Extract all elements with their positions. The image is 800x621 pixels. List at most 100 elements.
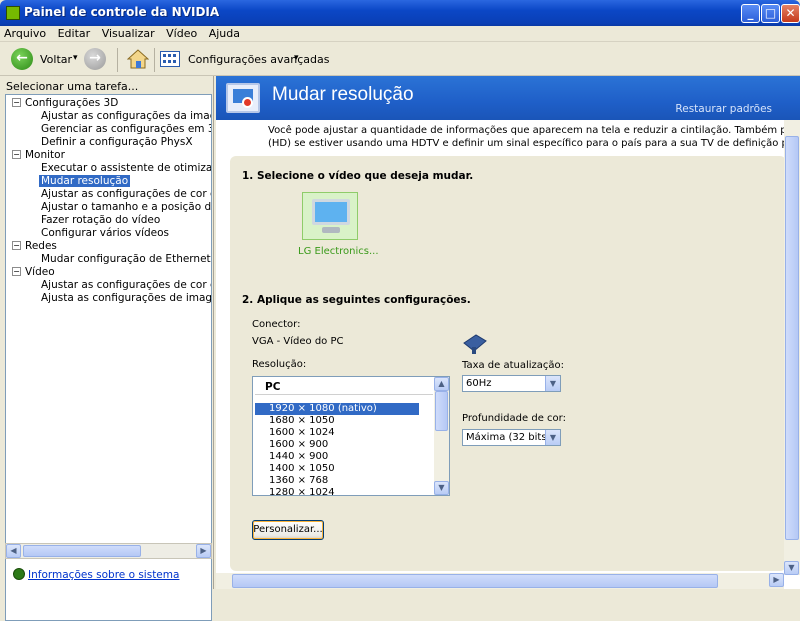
scroll-thumb[interactable] [435,391,448,431]
description-line: Você pode ajustar a quantidade de inform… [268,125,798,136]
display-tile[interactable] [302,192,358,240]
page-title: Mudar resolução [272,84,414,105]
menu-arquivo[interactable]: Arquivo [0,26,50,41]
tree-item[interactable]: Configurar vários vídeos [41,227,169,240]
chevron-down-icon[interactable]: ▼ [545,376,560,391]
scroll-thumb[interactable] [232,574,718,588]
customize-button[interactable]: Personalizar... [252,520,324,540]
tree-item[interactable]: Gerenciar as configurações em 3D [41,123,212,136]
scroll-down-icon[interactable]: ▼ [434,481,449,495]
scroll-right-icon[interactable]: ▶ [196,544,211,558]
scroll-up-icon[interactable]: ▲ [434,377,449,391]
tree-label: Ajustar as configurações de cor da área … [41,188,211,200]
back-arrow-icon[interactable]: ← [11,48,33,70]
tree-category-video[interactable]: − Vídeo [12,266,55,279]
restore-defaults-link[interactable]: Restaurar padrões [675,103,772,115]
tree-category-monitor[interactable]: − Monitor [12,149,65,162]
tree-item[interactable]: Definir a configuração PhysX [41,136,193,149]
toolbar-separator [117,48,118,72]
resolution-listbox[interactable]: PC 1920 × 1080 (nativo) 1680 × 1050 1600… [252,376,450,496]
tree-item[interactable]: Ajustar as configurações da imagem com a [41,110,211,123]
system-info-link[interactable]: Informações sobre o sistema [13,568,179,581]
display-name[interactable]: LG Electronics... [298,246,379,257]
refresh-rate-label: Taxa de atualização: [462,360,565,371]
tree-category-redes[interactable]: − Redes [12,240,57,253]
resolution-option[interactable]: 1600 × 1024 [255,427,419,439]
tree-item[interactable]: Ajusta as configurações de imagem do víd… [41,292,212,305]
resolution-label: Resolução: [252,359,307,370]
resolution-option[interactable]: 1360 × 768 [255,475,419,487]
tree-label: Ajustar as configurações de cor do vídeo [41,279,211,291]
system-info-icon [13,568,25,580]
resolution-option[interactable]: 1400 × 1050 [255,463,419,475]
tree-label: Mudar resolução [39,175,131,187]
tree-item[interactable]: Fazer rotação do vídeo [41,214,160,227]
tree-label: Ajusta as configurações de imagem do víd… [41,292,212,304]
home-icon[interactable] [127,49,149,69]
tree-label: Mudar configuração de Ethernet [41,253,211,265]
tree-label: Configurações 3D [25,97,119,109]
tree-item[interactable]: Ajustar o tamanho e a posição da área de [41,201,211,214]
forward-arrow-icon[interactable]: → [84,48,106,70]
close-button[interactable]: ✕ [781,4,800,23]
refresh-rate-select[interactable]: 60Hz ▼ [462,375,561,392]
step1-heading: 1. Selecione o vídeo que deseja mudar. [242,170,474,182]
scroll-down-icon[interactable]: ▼ [784,561,799,575]
tree-label: Vídeo [25,266,55,278]
chevron-down-icon[interactable]: ▼ [545,430,560,445]
scroll-thumb[interactable] [23,545,141,557]
tree-item[interactable]: Ajustar as configurações de cor da área … [41,188,211,201]
back-label[interactable]: Voltar [40,53,72,66]
tree-item-selected[interactable]: Mudar resolução [39,175,131,188]
scroll-right-icon[interactable]: ▶ [769,573,784,587]
scroll-thumb[interactable] [785,136,799,540]
tree-label: Fazer rotação do vídeo [41,214,161,226]
tree-label: Gerenciar as configurações em 3D [41,123,212,135]
task-tree[interactable]: − Configurações 3D Ajustar as configuraçõ… [5,94,212,621]
resolution-option[interactable]: 1600 × 900 [255,439,419,451]
toolbar: ← Voltar ▾ → Configurações avançadas ▾ [0,42,800,76]
tree-item[interactable]: Mudar configuração de Ethernet [41,253,211,266]
connector-label: Conector: [252,319,301,330]
minimize-button[interactable]: _ [741,4,760,23]
maximize-button[interactable]: □ [761,4,780,23]
collapse-icon[interactable]: − [12,98,21,107]
tree-item[interactable]: Executar o assistente de otimização de v… [41,162,211,175]
tree-label: Ajustar as configurações da imagem com a [41,110,211,122]
menu-ajuda[interactable]: Ajuda [205,26,244,41]
tree-category-3d[interactable]: − Configurações 3D [12,97,118,110]
task-panel-heading: Selecionar uma tarefa... [6,80,139,93]
back-dropdown-icon[interactable]: ▾ [73,53,78,63]
menu-editar[interactable]: Editar [54,26,95,41]
color-depth-select[interactable]: Máxima (32 bits) ▼ [462,429,561,446]
advanced-settings-label[interactable]: Configurações avançadas [188,53,330,66]
content-horizontal-scrollbar[interactable]: ▶ [216,573,784,589]
window-title: Painel de controle da NVIDIA [24,5,220,19]
resolution-option-selected[interactable]: 1920 × 1080 (nativo) [255,403,419,415]
settings-box: 1. Selecione o vídeo que deseja mudar. L… [230,156,786,571]
collapse-icon[interactable]: − [12,267,21,276]
tree-item[interactable]: Ajustar as configurações de cor do vídeo [41,279,211,292]
menu-video[interactable]: Vídeo [162,26,201,41]
system-info-text[interactable]: Informações sobre o sistema [28,569,179,581]
tree-horizontal-scrollbar[interactable]: ◀ ▶ [5,543,212,559]
change-resolution-icon [226,83,260,113]
resolution-scrollbar[interactable]: ▲ ▼ [434,377,449,495]
scroll-left-icon[interactable]: ◀ [6,544,21,558]
resolution-option[interactable]: 1440 × 900 [255,451,419,463]
resolution-option[interactable]: 1280 × 1024 [255,487,419,495]
advanced-settings-icon[interactable] [160,51,180,67]
tree-label: Monitor [25,149,65,161]
tree-label: Definir a configuração PhysX [41,136,193,148]
resolution-group-label: PC [265,381,281,393]
collapse-icon[interactable]: − [12,241,21,250]
content-vertical-scrollbar[interactable]: ▼ [784,120,800,575]
advanced-dropdown-icon[interactable]: ▾ [294,53,299,63]
resolution-option[interactable]: 1680 × 1050 [255,415,419,427]
description-line: (HD) se estiver usando uma HDTV e defini… [268,138,798,149]
menu-visualizar[interactable]: Visualizar [98,26,159,41]
content-panel: Mudar resolução Restaurar padrões Você p… [216,76,800,589]
step2-heading: 2. Aplique as seguintes configurações. [242,294,471,306]
toolbar-separator [154,48,155,72]
collapse-icon[interactable]: − [12,150,21,159]
